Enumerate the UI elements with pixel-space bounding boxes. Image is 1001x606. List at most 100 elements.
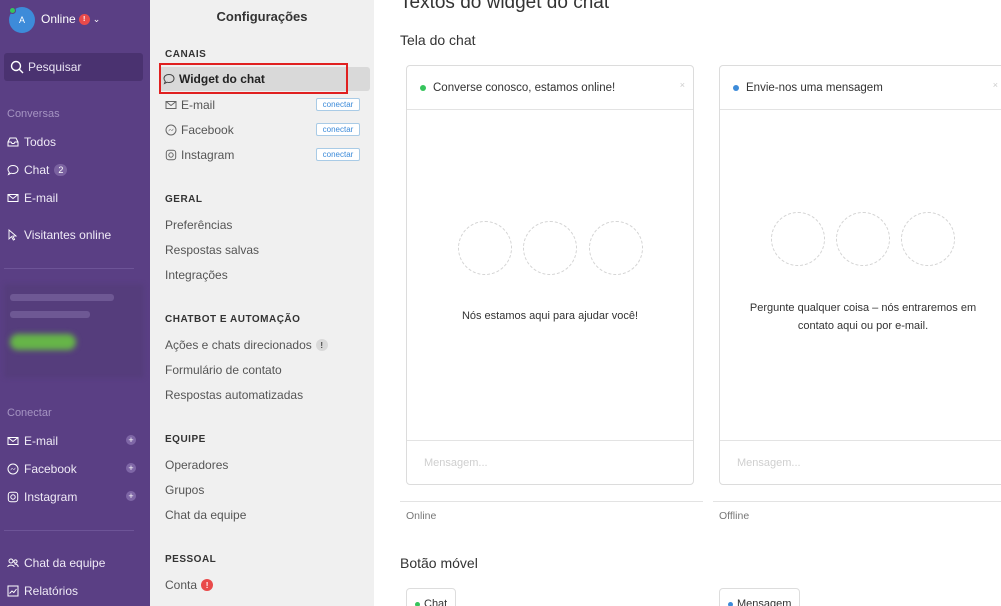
nav-item-todos[interactable]: Todos bbox=[7, 135, 56, 149]
connect-instagram-button[interactable]: conectar bbox=[316, 148, 360, 161]
settings-item-operadores[interactable]: Operadores bbox=[165, 458, 228, 472]
instagram-icon bbox=[165, 149, 177, 161]
mail-icon bbox=[165, 101, 177, 109]
search-input[interactable] bbox=[28, 60, 136, 74]
widget-header-text: Envie-nos uma mensagem bbox=[746, 81, 883, 94]
blurred-line bbox=[10, 311, 90, 318]
widget-header[interactable]: Envie-nos uma mensagem × bbox=[720, 66, 1001, 110]
nav-item-label: Instagram bbox=[24, 490, 78, 504]
main-content: Textos do widget do chat Tela do chat Co… bbox=[374, 0, 1001, 606]
add-facebook-button[interactable]: + bbox=[126, 463, 136, 473]
add-instagram-button[interactable]: + bbox=[126, 491, 136, 501]
connect-email-button[interactable]: conectar bbox=[316, 98, 360, 111]
mobile-chat-button[interactable]: Chat bbox=[406, 588, 457, 606]
status-alert-badge: ! bbox=[78, 13, 90, 25]
connect-facebook-button[interactable]: conectar bbox=[316, 123, 360, 136]
nav-item-email[interactable]: E-mail bbox=[7, 191, 58, 205]
widget-header[interactable]: Converse conosco, estamos online! × bbox=[407, 66, 693, 110]
section-conversas: Conversas bbox=[7, 108, 60, 120]
status-label: Online bbox=[41, 12, 76, 26]
search-box[interactable] bbox=[4, 53, 143, 81]
online-state-label: Online bbox=[406, 510, 437, 522]
settings-item-label: E-mail bbox=[181, 98, 216, 112]
instagram-icon bbox=[7, 491, 19, 503]
widget-compose bbox=[407, 440, 693, 484]
connect-item-instagram[interactable]: Instagram bbox=[7, 490, 77, 504]
settings-item-label: Widget do chat bbox=[179, 72, 265, 86]
blurred-line bbox=[10, 294, 114, 301]
nav-item-chat[interactable]: Chat 2 bbox=[7, 163, 68, 177]
inbox-icon bbox=[7, 137, 19, 147]
nav-divider bbox=[4, 268, 134, 269]
chat-bubble-icon bbox=[163, 73, 175, 85]
offline-state-label: Offline bbox=[719, 510, 750, 522]
settings-item-integracoes[interactable]: Integrações bbox=[165, 268, 228, 282]
widget-welcome-message[interactable]: Pergunte qualquer coisa – nós entraremos… bbox=[720, 299, 1001, 335]
search-icon bbox=[10, 60, 24, 74]
nav-item-label: Chat da equipe bbox=[24, 556, 106, 570]
online-indicator bbox=[9, 7, 16, 14]
nav-item-label: Todos bbox=[24, 135, 57, 149]
settings-item-label: Conta bbox=[165, 578, 198, 592]
nav-item-relatorios[interactable]: Relatórios bbox=[7, 584, 78, 598]
settings-item-respostas-automatizadas[interactable]: Respostas automatizadas bbox=[165, 388, 303, 402]
status-selector[interactable]: Online ! ⌄ bbox=[41, 12, 100, 26]
nav-item-label: Visitantes online bbox=[24, 228, 112, 242]
close-icon[interactable]: × bbox=[993, 80, 998, 90]
widget-divider bbox=[713, 501, 1001, 502]
team-icon bbox=[7, 558, 19, 568]
nav-item-visitantes-online[interactable]: Visitantes online bbox=[7, 228, 111, 242]
connect-item-facebook[interactable]: Facebook bbox=[7, 462, 77, 476]
nav-item-chat-da-equipe[interactable]: Chat da equipe bbox=[7, 556, 105, 570]
settings-item-grupos[interactable]: Grupos bbox=[165, 483, 204, 497]
mobile-button-label: Mensagem bbox=[737, 598, 792, 606]
operator-avatar-placeholder bbox=[458, 221, 512, 275]
settings-item-label: Instagram bbox=[181, 148, 235, 162]
nav-item-label: Facebook bbox=[24, 462, 77, 476]
settings-item-respostas-salvas[interactable]: Respostas salvas bbox=[165, 243, 259, 257]
settings-item-chat-da-equipe[interactable]: Chat da equipe bbox=[165, 508, 246, 522]
cursor-icon bbox=[8, 229, 18, 241]
settings-sidebar: Configurações CANAIS Widget do chat E-ma… bbox=[150, 0, 374, 606]
page-title: Textos do widget do chat bbox=[400, 0, 610, 13]
message-input[interactable] bbox=[737, 456, 937, 469]
settings-item-preferencias[interactable]: Preferências bbox=[165, 218, 232, 232]
add-email-button[interactable]: + bbox=[126, 435, 136, 445]
offline-status-dot bbox=[728, 602, 733, 606]
settings-item-facebook[interactable]: Facebook bbox=[165, 123, 234, 137]
nav-item-label: E-mail bbox=[24, 191, 59, 205]
operator-avatar-placeholder bbox=[771, 212, 825, 266]
section-botao-movel: Botão móvel bbox=[400, 555, 478, 571]
operator-avatar-placeholder bbox=[523, 221, 577, 275]
widget-welcome-message[interactable]: Nós estamos aqui para ajudar você! bbox=[407, 307, 693, 325]
settings-item-label: Ações e chats direcionados bbox=[165, 338, 312, 352]
settings-item-widget-do-chat[interactable]: Widget do chat bbox=[159, 67, 370, 91]
section-conectar: Conectar bbox=[7, 407, 52, 419]
settings-item-email[interactable]: E-mail bbox=[165, 98, 215, 112]
online-widget-preview: Converse conosco, estamos online! × Nós … bbox=[406, 65, 694, 485]
connect-item-email[interactable]: E-mail bbox=[7, 434, 58, 448]
operator-avatar-placeholder bbox=[836, 212, 890, 266]
mail-icon bbox=[7, 437, 19, 445]
mail-icon bbox=[7, 194, 19, 202]
messenger-icon bbox=[165, 124, 177, 136]
settings-item-acoes-e-chats[interactable]: Ações e chats direcionados ! bbox=[165, 338, 328, 352]
group-canais: CANAIS bbox=[165, 49, 207, 60]
messenger-icon bbox=[7, 463, 19, 475]
online-status-dot bbox=[420, 84, 426, 91]
nav-item-label: Chat bbox=[24, 163, 50, 177]
operator-avatar-placeholder bbox=[589, 221, 643, 275]
group-pessoal: PESSOAL bbox=[165, 554, 217, 565]
settings-title: Configurações bbox=[216, 9, 308, 24]
close-icon[interactable]: × bbox=[680, 80, 685, 90]
settings-item-instagram[interactable]: Instagram bbox=[165, 148, 234, 162]
group-chatbot: CHATBOT E AUTOMAÇÃO bbox=[165, 314, 301, 325]
mobile-message-button[interactable]: Mensagem bbox=[719, 588, 801, 606]
settings-item-formulario-de-contato[interactable]: Formulário de contato bbox=[165, 363, 282, 377]
warning-badge: ! bbox=[315, 339, 328, 351]
message-input[interactable] bbox=[424, 456, 624, 469]
widget-compose bbox=[720, 440, 1001, 484]
group-geral: GERAL bbox=[165, 194, 203, 205]
nav-item-label: E-mail bbox=[24, 434, 59, 448]
settings-item-conta[interactable]: Conta ! bbox=[165, 578, 214, 592]
